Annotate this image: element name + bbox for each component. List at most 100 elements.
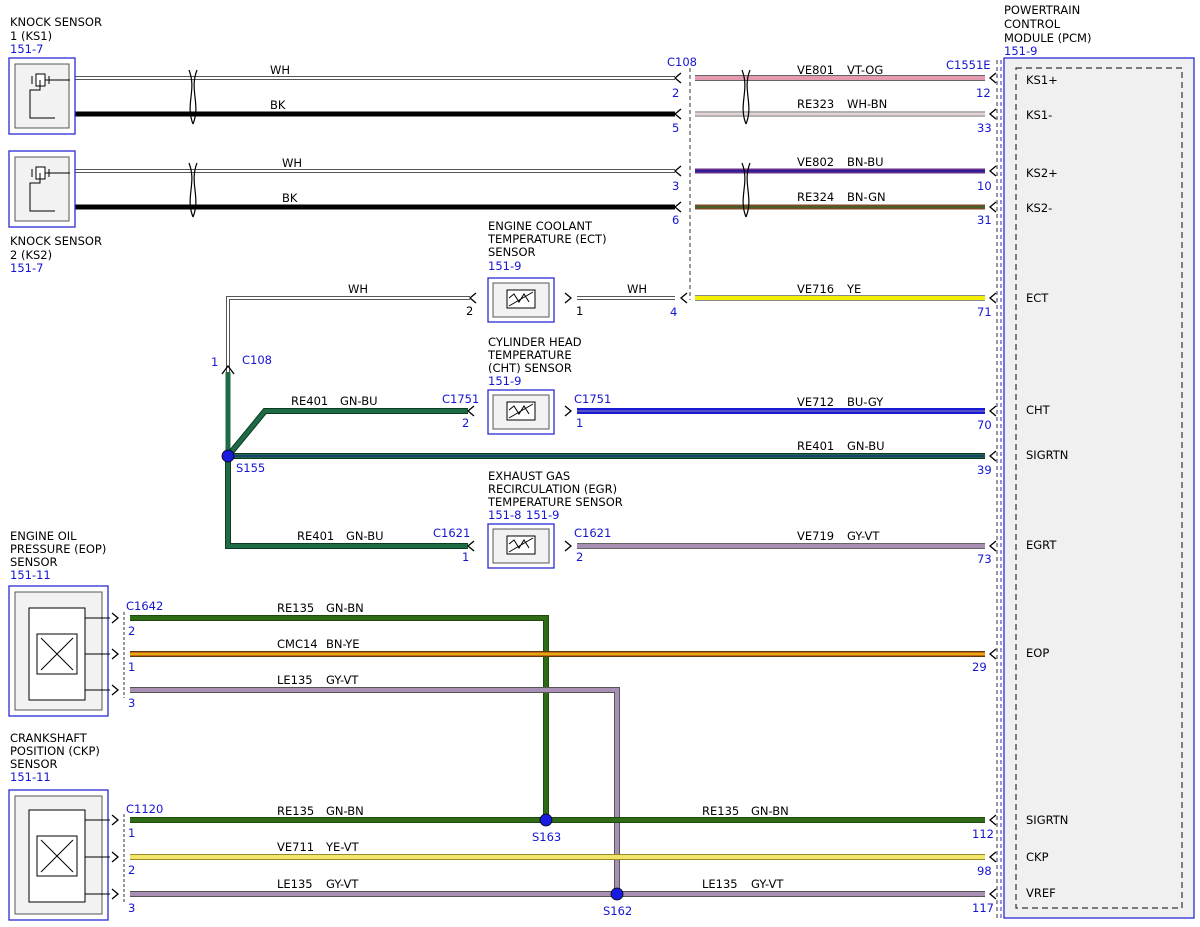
- egr-sensor: [487, 523, 555, 569]
- knock-sensor-1: [8, 57, 76, 135]
- svg-text:RE135: RE135: [702, 804, 739, 818]
- pcm-pin-cht: CHT: [1026, 403, 1051, 417]
- cht-page-ref: 151-9: [488, 374, 521, 388]
- connector-c1551e: C1551E: [946, 58, 991, 72]
- svg-text:GY-VT: GY-VT: [847, 529, 880, 543]
- wiring-diagram: POWERTRAIN CONTROL MODULE (PCM) 151-9 KS1+…: [8, 3, 1195, 921]
- ect-sensor: [487, 277, 555, 323]
- svg-text:10: 10: [977, 179, 992, 193]
- svg-text:RE401: RE401: [797, 439, 834, 453]
- pcm-pin-ect: ECT: [1026, 291, 1049, 305]
- svg-text:RE135: RE135: [277, 601, 314, 615]
- splice-s155-dot: [221, 449, 235, 463]
- ect-page-ref: 151-9: [488, 259, 521, 273]
- svg-text:LE135: LE135: [277, 877, 313, 891]
- svg-text:33: 33: [977, 121, 992, 135]
- svg-text:GN-BN: GN-BN: [751, 804, 789, 818]
- svg-text:BK: BK: [270, 98, 286, 112]
- svg-text:2: 2: [466, 304, 473, 318]
- splice-s155: S155: [236, 461, 265, 475]
- ks1-title: KNOCK SENSOR 1 (KS1): [10, 15, 102, 43]
- svg-text:5: 5: [672, 121, 679, 135]
- egr-title: EXHAUST GAS RECIRCULATION (EGR) TEMPERATUR…: [487, 469, 623, 509]
- cht-sensor: [487, 389, 555, 435]
- svg-text:3: 3: [128, 696, 135, 710]
- svg-text:71: 71: [977, 305, 992, 319]
- splice-s162-dot: [610, 887, 624, 901]
- svg-text:GN-BU: GN-BU: [340, 394, 378, 408]
- svg-text:31: 31: [977, 213, 992, 227]
- ks2-title: KNOCK SENSOR 2 (KS2): [10, 234, 102, 262]
- connector-c1642: C1642: [126, 599, 163, 613]
- svg-text:2: 2: [576, 550, 583, 564]
- pcm-pin-ks1p: KS1+: [1026, 73, 1058, 87]
- svg-text:BU-GY: BU-GY: [847, 395, 884, 409]
- svg-text:YE: YE: [846, 282, 861, 296]
- svg-text:VE802: VE802: [797, 155, 834, 169]
- knock-sensor-2: [8, 150, 76, 228]
- svg-text:6: 6: [672, 213, 679, 227]
- svg-text:CMC14: CMC14: [277, 637, 318, 651]
- svg-text:GY-VT: GY-VT: [751, 877, 784, 891]
- eop-sensor: [8, 585, 110, 717]
- svg-text:73: 73: [977, 552, 992, 566]
- connector-c1621-left: C1621: [433, 526, 470, 540]
- svg-text:GY-VT: GY-VT: [326, 877, 359, 891]
- svg-text:39: 39: [977, 463, 992, 477]
- pcm-title: POWERTRAIN CONTROL MODULE (PCM): [1004, 3, 1091, 45]
- pin-numbers: 2 5 3 6 4 12 33 10 31 71 70 39 73 29 112…: [670, 86, 994, 915]
- ks1-page-ref: 151-7: [10, 42, 43, 56]
- pcm-pin-ks2p: KS2+: [1026, 166, 1058, 180]
- svg-text:LE135: LE135: [702, 877, 738, 891]
- svg-text:VE719: VE719: [797, 529, 834, 543]
- connector-c1751-left: C1751: [442, 392, 479, 406]
- svg-text:2: 2: [128, 863, 135, 877]
- pcm-pin-ks2m: KS2-: [1026, 201, 1052, 215]
- svg-text:VT-OG: VT-OG: [847, 63, 883, 77]
- ckp-page-ref: 151-11: [10, 770, 51, 784]
- connector-c1120: C1120: [126, 802, 163, 816]
- svg-text:117: 117: [972, 901, 994, 915]
- egr-page-ref-2: 151-9: [526, 508, 559, 522]
- splice-s163-dot: [539, 813, 553, 827]
- svg-text:VE716: VE716: [797, 282, 834, 296]
- ks2-page-ref: 151-7: [10, 261, 43, 275]
- svg-text:GN-BN: GN-BN: [326, 601, 364, 615]
- cht-title: CYLINDER HEAD TEMPERATURE (CHT) SENSOR: [487, 335, 582, 375]
- pcm-pin-sigrtn-1: SIGRTN: [1026, 448, 1068, 462]
- svg-text:3: 3: [128, 901, 135, 915]
- ckp-title: CRANKSHAFT POSITION (CKP) SENSOR: [10, 731, 100, 771]
- eop-title: ENGINE OIL PRESSURE (EOP) SENSOR: [10, 529, 106, 569]
- svg-text:29: 29: [972, 660, 987, 674]
- pcm-page-ref: 151-9: [1004, 44, 1037, 58]
- svg-text:2: 2: [128, 624, 135, 638]
- pcm-pin-ckp: CKP: [1026, 850, 1049, 864]
- svg-text:WH: WH: [270, 63, 290, 77]
- svg-text:WH-BN: WH-BN: [847, 97, 887, 111]
- svg-text:1: 1: [576, 304, 583, 318]
- eop-page-ref: 151-11: [10, 568, 51, 582]
- pcm-pin-eop: EOP: [1026, 646, 1049, 660]
- svg-text:RE324: RE324: [797, 190, 834, 204]
- svg-text:3: 3: [672, 179, 679, 193]
- svg-text:BN-YE: BN-YE: [326, 637, 360, 651]
- svg-text:VE711: VE711: [277, 840, 314, 854]
- svg-text:BN-BU: BN-BU: [847, 155, 884, 169]
- svg-text:YE-VT: YE-VT: [325, 840, 360, 854]
- twisted-pair-mark: [188, 69, 751, 218]
- svg-text:GN-BU: GN-BU: [346, 529, 384, 543]
- svg-text:1: 1: [128, 660, 135, 674]
- svg-text:RE323: RE323: [797, 97, 834, 111]
- svg-text:BN-GN: BN-GN: [847, 190, 886, 204]
- svg-text:RE401: RE401: [291, 394, 328, 408]
- svg-text:70: 70: [977, 418, 992, 432]
- svg-text:RE401: RE401: [297, 529, 334, 543]
- splice-s163: S163: [532, 830, 561, 844]
- ect-title: ENGINE COOLANT TEMPERATURE (ECT) SENSOR: [487, 219, 607, 259]
- svg-text:WH: WH: [348, 282, 368, 296]
- svg-text:1: 1: [211, 355, 218, 369]
- pcm-pin-egrt: EGRT: [1026, 538, 1057, 552]
- svg-text:112: 112: [972, 827, 994, 841]
- sensor-pin-numbers-blue: 1 2 1 1 2 2 1 3 1 2 3: [128, 355, 583, 915]
- ckp-sensor: [8, 789, 110, 921]
